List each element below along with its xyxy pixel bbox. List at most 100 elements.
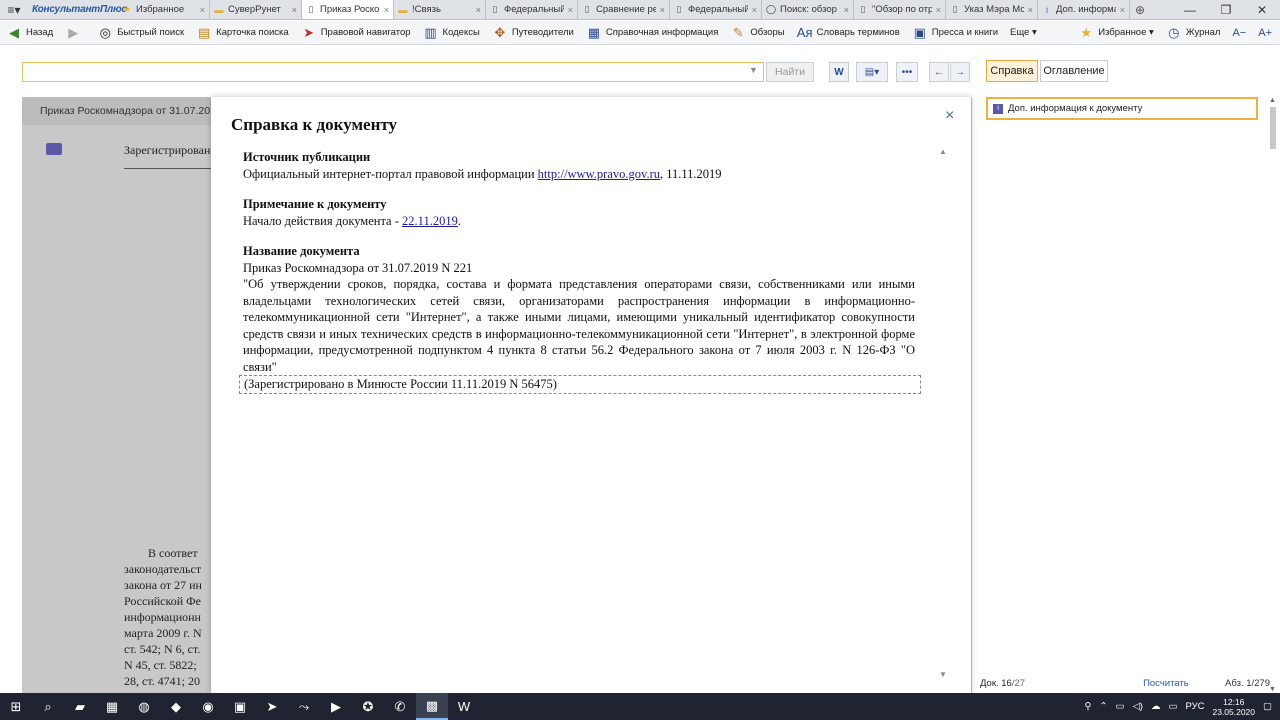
find-button[interactable]: Найти bbox=[766, 62, 814, 82]
batman-icon[interactable]: ◆ bbox=[160, 693, 192, 720]
name-section: Название документа Приказ Роскомнадзора … bbox=[239, 243, 921, 394]
font-increase-button[interactable]: A+ bbox=[1258, 27, 1272, 39]
calculator-icon[interactable]: ▦ bbox=[96, 693, 128, 720]
info-icon: i bbox=[1046, 4, 1048, 15]
tab-close-icon[interactable]: × bbox=[568, 5, 573, 15]
tab-close-icon[interactable]: × bbox=[1028, 5, 1033, 15]
toolbar-button[interactable]: ◎ Быстрый поиск bbox=[97, 25, 185, 41]
toolbar-button[interactable]: Aя Словарь терминов bbox=[797, 25, 900, 41]
toolbar-button[interactable]: ✥ Путеводители bbox=[492, 25, 574, 41]
toolbar-button[interactable]: ▥ Кодексы bbox=[423, 25, 480, 41]
toolbar-button[interactable]: ▶ bbox=[65, 25, 85, 41]
more-button[interactable]: ••• bbox=[896, 62, 918, 82]
toolbar-button[interactable]: ▦ Справочная информация bbox=[586, 25, 719, 41]
prev-button[interactable]: ← bbox=[929, 62, 949, 82]
count-link[interactable]: Посчитать bbox=[1143, 678, 1189, 689]
tab-spravka[interactable]: Справка bbox=[986, 60, 1038, 82]
volume-icon[interactable]: ◁) bbox=[1132, 701, 1142, 712]
clock[interactable]: 12:16 23.05.2020 bbox=[1212, 697, 1255, 717]
whatsapp-icon[interactable]: ✆ bbox=[384, 693, 416, 720]
browser-tab[interactable]: ▯ "Обзор по отра × bbox=[854, 0, 946, 19]
doc-info-item[interactable]: i Доп. информация к документу bbox=[986, 97, 1258, 120]
app-icon[interactable]: ▣ bbox=[224, 693, 256, 720]
consultant-icon[interactable]: ▩ bbox=[416, 693, 448, 720]
telegram-icon[interactable]: ➤ bbox=[256, 693, 288, 720]
app-logo[interactable]: КонсультантПлюс bbox=[28, 0, 127, 19]
tab-close-icon[interactable]: × bbox=[476, 5, 481, 15]
browser-tab[interactable]: ▯ Федеральный з × bbox=[670, 0, 762, 19]
tab-close-icon[interactable]: × bbox=[936, 5, 941, 15]
document-header: Приказ Роскомнадзора от 31.07.2019 bbox=[22, 97, 212, 125]
favorites-button[interactable]: ★ Избранное ▾ bbox=[1078, 25, 1153, 41]
chevron-up-icon[interactable]: ⌃ bbox=[1100, 701, 1108, 712]
menu-icon[interactable]: ≡▾ bbox=[0, 0, 28, 19]
tab-close-icon[interactable]: × bbox=[1120, 5, 1125, 15]
start-icon[interactable]: ⊞ bbox=[0, 693, 32, 720]
browser-tab[interactable]: ▯ Сравнение ред × bbox=[578, 0, 670, 19]
word-icon[interactable]: W bbox=[448, 693, 480, 720]
maximize-icon[interactable]: ❐ bbox=[1208, 0, 1244, 19]
browser-tab[interactable]: ◯ Поиск: обзор п × bbox=[762, 0, 854, 19]
cloud-icon[interactable]: ☁ bbox=[1151, 701, 1161, 712]
toolbar-label: Быстрый поиск bbox=[117, 27, 185, 38]
bookmark-icon[interactable] bbox=[46, 143, 62, 155]
journal-button[interactable]: ◷ Журнал bbox=[1166, 25, 1220, 41]
scroll-up-icon[interactable]: ▲ bbox=[1269, 97, 1276, 104]
browser-tab[interactable]: ▬ СуверРунет × bbox=[210, 0, 302, 19]
zoom-icon[interactable]: ▶ bbox=[320, 693, 352, 720]
quick-search-input[interactable] bbox=[22, 62, 764, 82]
tab-oglavlenie[interactable]: Оглавление bbox=[1040, 60, 1108, 82]
battery-icon[interactable]: ▭ bbox=[1168, 701, 1177, 712]
tab-close-icon[interactable]: × bbox=[200, 5, 205, 15]
registration-line[interactable]: (Зарегистрировано в Минюсте России 11.11… bbox=[239, 375, 921, 394]
document-icon: ▯ bbox=[492, 4, 498, 14]
export-word-button[interactable]: W bbox=[829, 62, 849, 82]
tab-close-icon[interactable]: × bbox=[660, 5, 665, 15]
toolbar-button[interactable]: ✎ Обзоры bbox=[730, 25, 785, 41]
tab-close-icon[interactable]: × bbox=[292, 5, 297, 15]
minimize-icon[interactable]: — bbox=[1172, 0, 1208, 19]
right-panel-scrollbar[interactable]: ▲ ▼ bbox=[1268, 97, 1278, 693]
dialog-scrollbar[interactable]: ▲ ▼ bbox=[939, 147, 949, 679]
new-tab-icon[interactable]: ⊕ bbox=[1130, 0, 1150, 19]
app-icon[interactable]: ✪ bbox=[352, 693, 384, 720]
scroll-down-icon[interactable]: ▼ bbox=[939, 670, 947, 679]
toolbar-button[interactable]: ▤ Карточка поиска bbox=[196, 25, 289, 41]
toolbar-label: Кодексы bbox=[442, 27, 480, 38]
scroll-thumb[interactable] bbox=[1270, 107, 1276, 149]
font-decrease-button[interactable]: A− bbox=[1232, 27, 1246, 39]
browser-tab[interactable]: i Доп. информац × bbox=[1038, 0, 1130, 19]
tab-close-icon[interactable]: × bbox=[752, 5, 757, 15]
language-indicator[interactable]: РУС bbox=[1185, 701, 1204, 712]
toolbar-button[interactable]: ▣ Пресса и книги bbox=[912, 25, 998, 41]
app-icon[interactable]: ⤳ bbox=[288, 693, 320, 720]
toolbar-button[interactable]: ◀ Назад bbox=[6, 25, 53, 41]
browser-tab[interactable]: ▬ !Связь × bbox=[394, 0, 486, 19]
network-icon[interactable]: ▭ bbox=[1115, 701, 1124, 712]
tab-close-icon[interactable]: × bbox=[384, 5, 389, 15]
app-icon[interactable]: ◍ bbox=[128, 693, 160, 720]
chrome-icon[interactable]: ◉ bbox=[192, 693, 224, 720]
toolbar-button[interactable]: ➤ Правовой навигатор bbox=[301, 25, 410, 41]
scroll-up-icon[interactable]: ▲ bbox=[939, 147, 947, 156]
scroll-down-icon[interactable]: ▼ bbox=[1269, 686, 1276, 693]
browser-tab[interactable]: ★ Избранное × bbox=[118, 0, 210, 19]
tab-close-icon[interactable]: × bbox=[844, 5, 849, 15]
browser-tab[interactable]: ▯ Приказ Роскомн × bbox=[302, 0, 394, 19]
effective-date-link[interactable]: 22.11.2019 bbox=[402, 214, 458, 228]
close-icon[interactable]: × bbox=[945, 107, 954, 125]
search-icon[interactable]: ⌕ bbox=[32, 693, 64, 720]
user-icon[interactable]: ⚲ bbox=[1085, 701, 1092, 712]
toolbar-label: Путеводители bbox=[511, 27, 574, 38]
toolbar-button[interactable]: Еще ▾ bbox=[1010, 27, 1037, 38]
dictionary-icon: Aя bbox=[796, 25, 813, 40]
chevron-down-icon[interactable]: ▼ bbox=[749, 65, 758, 75]
close-window-icon[interactable]: ✕ bbox=[1244, 0, 1280, 19]
browser-tab[interactable]: ▯ Указ Мэра Мос × bbox=[946, 0, 1038, 19]
browser-tab[interactable]: ▯ Федеральный з × bbox=[486, 0, 578, 19]
file-explorer-icon[interactable]: ▰ bbox=[64, 693, 96, 720]
notifications-icon[interactable]: ▢ bbox=[1263, 701, 1272, 712]
source-link[interactable]: http://www.pravo.gov.ru bbox=[538, 167, 660, 181]
print-button[interactable]: ▤ ▾ bbox=[856, 62, 888, 82]
next-button[interactable]: → bbox=[950, 62, 970, 82]
